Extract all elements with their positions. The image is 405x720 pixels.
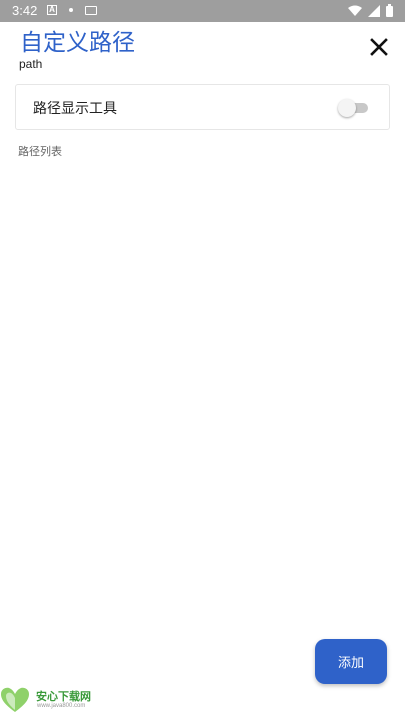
watermark-name: 安心下载网 — [36, 690, 91, 703]
status-time: 3:42 — [12, 3, 38, 18]
signal-icon — [368, 4, 380, 17]
status-bar: 3:42 A — [0, 0, 405, 22]
cast-icon — [85, 5, 97, 15]
watermark: 安心下载网 www.java800.com — [0, 686, 110, 716]
status-system-icons — [348, 4, 393, 17]
close-icon — [370, 38, 388, 56]
add-button[interactable]: 添加 — [315, 639, 387, 684]
watermark-url: www.java800.com — [37, 703, 86, 709]
watermark-logo-icon — [1, 687, 29, 712]
battery-icon — [386, 4, 393, 17]
page-title: 自定义路径 — [20, 30, 135, 56]
path-display-tool-card: 路径显示工具 — [15, 84, 390, 130]
toggle-knob — [338, 99, 356, 117]
path-display-toggle[interactable] — [338, 98, 370, 118]
close-button[interactable] — [368, 36, 390, 58]
wifi-icon — [348, 5, 362, 16]
path-display-tool-label: 路径显示工具 — [33, 101, 117, 117]
path-list-label: 路径列表 — [18, 145, 62, 158]
status-notification-icons: A — [47, 5, 97, 15]
a-icon: A — [47, 5, 57, 15]
dot-icon — [69, 8, 73, 12]
page-subtitle: path — [19, 57, 43, 71]
